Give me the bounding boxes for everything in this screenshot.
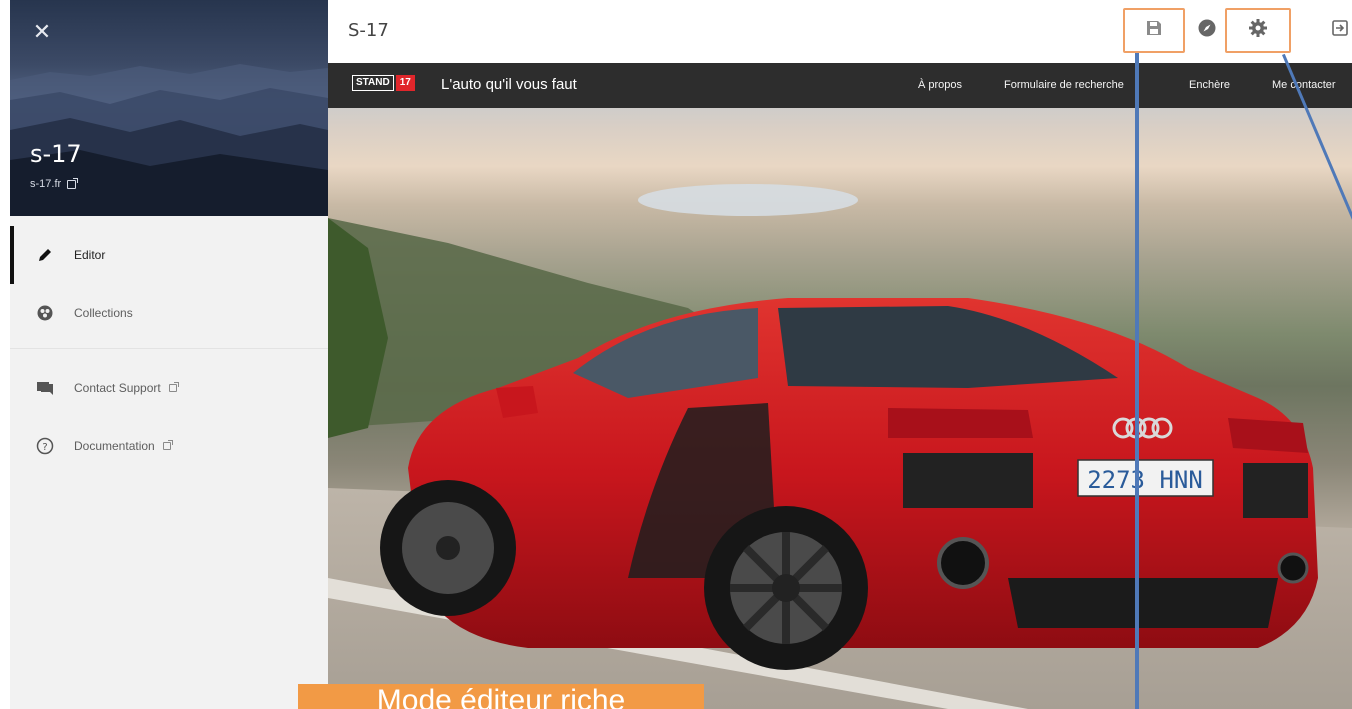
close-icon: ✕ — [32, 19, 52, 44]
sidebar-item-documentation[interactable]: ? Documentation — [10, 417, 328, 475]
help-circle-icon: ? — [36, 437, 54, 455]
sidebar-item-label: Documentation — [74, 439, 155, 453]
site-logo[interactable]: STAND 17 — [352, 75, 415, 91]
editor-toolbar: S-17 — [328, 0, 1352, 63]
sidebar-item-contact-support[interactable]: Contact Support — [10, 359, 328, 417]
collections-icon — [36, 304, 54, 322]
sidebar-item-label: Contact Support — [74, 381, 161, 395]
svg-text:?: ? — [42, 442, 47, 453]
settings-button[interactable] — [1225, 8, 1291, 53]
hero-image: 2273 HNN — [328, 184, 1352, 709]
sidebar-item-collections[interactable]: Collections — [10, 284, 328, 342]
sidebar: ✕ s-17 s-17.fr Editor Collections Contac… — [10, 0, 328, 709]
chat-icon — [36, 379, 54, 397]
site-domain-link[interactable]: s-17.fr — [30, 177, 79, 190]
site-nav-link-a-propos[interactable]: À propos — [918, 79, 962, 91]
license-plate: 2273 HNN — [1087, 466, 1203, 494]
annotation-line — [1135, 53, 1139, 709]
exit-editor-button[interactable] — [1328, 8, 1352, 53]
sidebar-item-label: Editor — [74, 248, 106, 262]
sidebar-item-label: Collections — [74, 306, 133, 320]
annotation-label: Mode éditeur riche — [298, 684, 704, 709]
save-button[interactable] — [1123, 8, 1185, 53]
site-nav-link-formulaire[interactable]: Formulaire de recherche — [1004, 79, 1124, 91]
sidebar-nav: Editor Collections Contact Support ? Doc… — [10, 226, 328, 475]
save-icon — [1145, 19, 1163, 42]
page-title: S-17 — [348, 20, 389, 41]
external-link-icon — [67, 177, 79, 189]
site-tagline: L'auto qu'il vous faut — [441, 76, 577, 93]
site-domain-text: s-17.fr — [30, 178, 62, 190]
pencil-icon — [36, 246, 54, 264]
preview-button[interactable] — [1190, 8, 1224, 53]
external-link-icon — [162, 440, 173, 450]
compass-icon — [1197, 18, 1217, 43]
external-link-icon — [168, 382, 179, 392]
gear-icon — [1248, 18, 1268, 43]
site-preview[interactable]: STAND 17 L'auto qu'il vous faut À propos… — [328, 63, 1352, 709]
logo-number: 17 — [395, 75, 415, 91]
logo-stand-text: STAND — [352, 75, 394, 91]
nav-divider — [10, 348, 328, 349]
site-header-image: ✕ s-17 s-17.fr — [10, 0, 328, 216]
site-name: s-17 — [30, 140, 82, 168]
exit-icon — [1330, 18, 1350, 43]
site-navbar: STAND 17 L'auto qu'il vous faut À propos… — [328, 63, 1352, 108]
close-button[interactable]: ✕ — [30, 20, 54, 44]
site-nav-link-contact[interactable]: Me contacter — [1272, 79, 1336, 91]
site-nav-link-enchere[interactable]: Enchère — [1189, 79, 1230, 91]
sidebar-item-editor[interactable]: Editor — [10, 226, 328, 284]
